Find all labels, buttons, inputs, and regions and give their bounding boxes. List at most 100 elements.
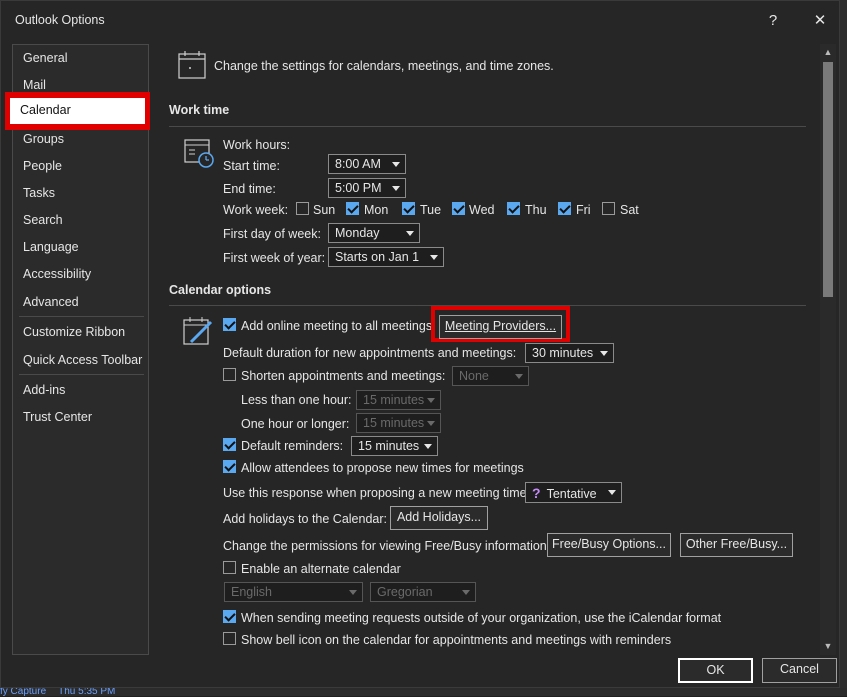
nav-divider: [19, 374, 144, 375]
chevron-down-icon: [608, 490, 616, 495]
use-response-dropdown[interactable]: ? Tentative: [525, 482, 622, 503]
nav-item-people[interactable]: People: [23, 159, 62, 173]
help-button[interactable]: ?: [761, 9, 785, 33]
free-busy-options-button[interactable]: Free/Busy Options...: [547, 533, 671, 557]
sun-label: Sun: [313, 203, 336, 217]
nav-item-general[interactable]: General: [23, 51, 67, 65]
background-window-edge: [840, 0, 847, 696]
default-reminders-value: 15 minutes: [358, 439, 420, 453]
nav-item-groups[interactable]: Groups: [23, 132, 64, 146]
work-hours-label: Work hours:: [223, 138, 291, 152]
other-free-busy-label: Other Free/Busy...: [685, 537, 788, 551]
outlook-options-dialog: Outlook Options ? ✕ General Mail Calenda…: [0, 0, 840, 688]
icalendar-checkbox[interactable]: [223, 610, 236, 623]
default-reminders-checkbox[interactable]: [223, 438, 236, 451]
nav-item-trust-center[interactable]: Trust Center: [23, 410, 92, 424]
scroll-up-icon[interactable]: ▲: [820, 44, 836, 60]
mon-checkbox[interactable]: [346, 202, 359, 215]
calendar-settings-panel: Change the settings for calendars, meeti…: [161, 44, 819, 655]
default-duration-label: Default duration for new appointments an…: [223, 346, 517, 360]
sun-checkbox[interactable]: [296, 202, 309, 215]
tue-checkbox[interactable]: [402, 202, 415, 215]
sat-label: Sat: [620, 203, 639, 217]
section-divider: [169, 126, 806, 127]
icalendar-label: When sending meeting requests outside of…: [241, 611, 722, 625]
calendar-options-heading: Calendar options: [169, 283, 272, 297]
fri-checkbox[interactable]: [558, 202, 571, 215]
alt-language-dropdown[interactable]: English: [224, 582, 363, 602]
first-week-label: First week of year:: [223, 251, 326, 265]
nav-item-tasks[interactable]: Tasks: [23, 186, 55, 200]
first-week-dropdown[interactable]: Starts on Jan 1: [328, 247, 444, 267]
default-reminders-dropdown[interactable]: 15 minutes: [351, 436, 438, 456]
chevron-down-icon: [515, 374, 523, 379]
less-than-hour-dropdown[interactable]: 15 minutes: [356, 390, 441, 410]
cancel-label: Cancel: [780, 662, 819, 676]
allow-attendees-checkbox[interactable]: [223, 460, 236, 473]
start-time-dropdown[interactable]: 8:00 AM: [328, 154, 406, 174]
chevron-down-icon: [600, 351, 608, 356]
meeting-providers-label: Meeting Providers...: [444, 319, 557, 333]
ok-button[interactable]: OK: [678, 658, 753, 683]
default-duration-dropdown[interactable]: 30 minutes: [525, 343, 614, 363]
scrollbar-thumb[interactable]: [823, 62, 833, 297]
nav-item-search[interactable]: Search: [23, 213, 63, 227]
add-holidays-button[interactable]: Add Holidays...: [390, 506, 488, 530]
start-time-label: Start time:: [223, 159, 280, 173]
nav-item-customize-ribbon[interactable]: Customize Ribbon: [23, 325, 125, 339]
close-button[interactable]: ✕: [808, 9, 832, 33]
nav-item-accessibility[interactable]: Accessibility: [23, 267, 91, 281]
add-holidays-label: Add Holidays...: [396, 510, 482, 524]
first-day-dropdown[interactable]: Monday: [328, 223, 420, 243]
calendar-nav-highlight: [5, 92, 150, 130]
end-time-dropdown[interactable]: 5:00 PM: [328, 178, 406, 198]
scroll-down-icon[interactable]: ▼: [820, 638, 836, 654]
tue-label: Tue: [420, 203, 442, 217]
first-day-label: First day of week:: [223, 227, 321, 241]
mon-label: Mon: [364, 203, 389, 217]
options-navigation: General Mail Calendar Groups People Task…: [6, 44, 149, 655]
add-online-meeting-checkbox[interactable]: [223, 318, 236, 331]
less-than-hour-label: Less than one hour:: [241, 393, 352, 407]
end-time-value: 5:00 PM: [335, 181, 382, 195]
start-time-value: 8:00 AM: [335, 157, 381, 171]
shorten-value: None: [459, 369, 489, 383]
page-description: Change the settings for calendars, meeti…: [214, 59, 554, 73]
nav-item-mail[interactable]: Mail: [23, 78, 46, 92]
default-reminders-label: Default reminders:: [241, 439, 344, 453]
end-time-label: End time:: [223, 182, 276, 196]
fri-label: Fri: [576, 203, 591, 217]
chevron-down-icon: [406, 231, 414, 236]
cancel-button[interactable]: Cancel: [762, 658, 837, 683]
work-hours-clock-icon: [184, 139, 214, 168]
sat-checkbox[interactable]: [602, 202, 615, 215]
nav-item-advanced[interactable]: Advanced: [23, 295, 79, 309]
other-free-busy-button[interactable]: Other Free/Busy...: [680, 533, 793, 557]
alt-type-dropdown[interactable]: Gregorian: [370, 582, 476, 602]
shorten-dropdown[interactable]: None: [452, 366, 529, 386]
alt-language-value: English: [231, 585, 272, 599]
thu-label: Thu: [525, 203, 547, 217]
thu-checkbox[interactable]: [507, 202, 520, 215]
alternate-calendar-checkbox[interactable]: [223, 561, 236, 574]
chevron-down-icon: [427, 421, 435, 426]
permissions-label: Change the permissions for viewing Free/…: [223, 539, 551, 553]
nav-item-add-ins[interactable]: Add-ins: [23, 383, 65, 397]
dialog-title: Outlook Options: [15, 13, 105, 27]
work-week-label: Work week:: [223, 203, 289, 217]
title-bar: Outlook Options ? ✕: [1, 1, 841, 39]
use-response-value: Tentative: [546, 487, 597, 501]
nav-item-language[interactable]: Language: [23, 240, 79, 254]
add-online-meeting-label: Add online meeting to all meetings: [241, 319, 433, 333]
wed-checkbox[interactable]: [452, 202, 465, 215]
meeting-providers-button[interactable]: Meeting Providers...: [439, 315, 562, 339]
wed-label: Wed: [469, 203, 495, 217]
nav-item-quick-access-toolbar[interactable]: Quick Access Toolbar: [23, 353, 142, 367]
hour-or-longer-dropdown[interactable]: 15 minutes: [356, 413, 441, 433]
content-scrollbar[interactable]: ▲ ▼: [820, 44, 836, 655]
shorten-checkbox[interactable]: [223, 368, 236, 381]
tentative-icon: ?: [532, 485, 541, 501]
less-than-hour-value: 15 minutes: [363, 393, 425, 407]
bell-icon-checkbox[interactable]: [223, 632, 236, 645]
first-week-value: Starts on Jan 1: [335, 250, 420, 264]
